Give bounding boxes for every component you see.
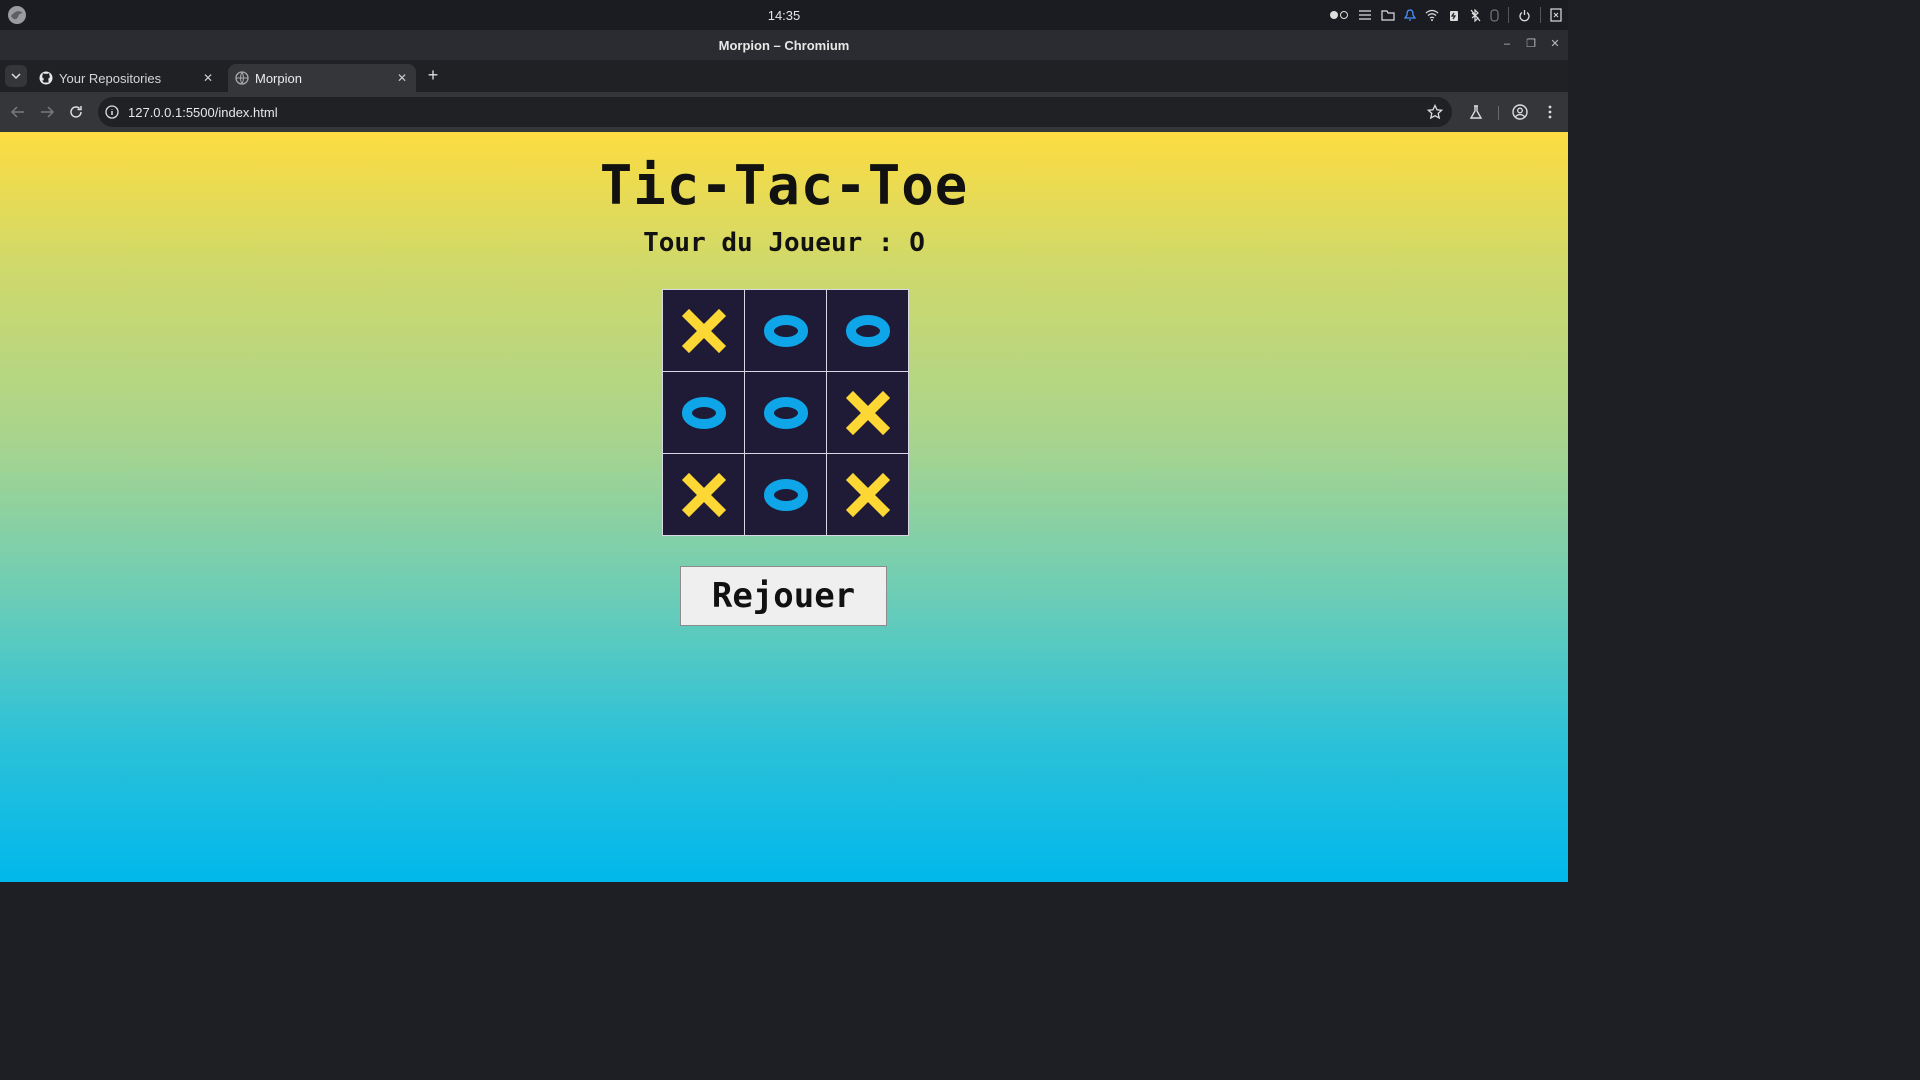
x-mark-icon bbox=[681, 308, 726, 353]
board-cell[interactable] bbox=[827, 372, 908, 453]
tab-your-repositories[interactable]: Your Repositories ✕ bbox=[32, 64, 222, 92]
arrow-right-icon bbox=[41, 106, 54, 118]
notification-bell-icon[interactable] bbox=[1404, 8, 1416, 22]
page-viewport: Tic-Tac-Toe Tour du Joueur : O Rejouer bbox=[0, 132, 1568, 882]
power-icon[interactable] bbox=[1518, 9, 1531, 22]
game-board bbox=[662, 289, 909, 536]
x-mark-icon bbox=[845, 472, 890, 517]
replay-button[interactable]: Rejouer bbox=[680, 566, 887, 626]
game-title: Tic-Tac-Toe bbox=[599, 154, 969, 217]
close-tab-icon[interactable]: ✕ bbox=[200, 70, 216, 86]
board-cell[interactable] bbox=[745, 372, 826, 453]
x-mark-icon bbox=[845, 390, 890, 435]
kebab-menu-icon bbox=[1548, 105, 1552, 119]
globe-icon bbox=[235, 71, 249, 85]
board-cell[interactable] bbox=[827, 290, 908, 371]
o-mark-icon bbox=[681, 396, 726, 429]
board-cell[interactable] bbox=[827, 454, 908, 535]
browser-menu-button[interactable] bbox=[1541, 103, 1559, 121]
github-icon bbox=[39, 71, 53, 85]
o-mark-icon bbox=[845, 314, 890, 347]
bookmark-star-icon[interactable] bbox=[1427, 104, 1443, 120]
x-mark-icon bbox=[681, 472, 726, 517]
new-tab-button[interactable]: + bbox=[424, 66, 442, 84]
toolbar-separator bbox=[1498, 106, 1499, 120]
arrow-left-icon bbox=[11, 106, 24, 118]
window-title-bar[interactable]: Morpion – Chromium – ❐ ✕ bbox=[0, 30, 1568, 60]
tab-search-button[interactable] bbox=[5, 65, 27, 87]
tab-label: Morpion bbox=[255, 71, 302, 86]
close-tab-icon[interactable]: ✕ bbox=[394, 70, 410, 86]
window-title: Morpion – Chromium bbox=[718, 38, 850, 53]
reload-button[interactable] bbox=[66, 102, 86, 122]
minimize-icon[interactable]: – bbox=[1502, 38, 1512, 50]
tab-label: Your Repositories bbox=[59, 71, 162, 86]
battery-charging-icon[interactable] bbox=[1448, 9, 1460, 22]
o-mark-icon bbox=[763, 478, 808, 511]
maximize-icon[interactable]: ❐ bbox=[1526, 38, 1536, 50]
o-mark-icon bbox=[763, 396, 808, 429]
board-cell[interactable] bbox=[663, 290, 744, 371]
url-text[interactable]: 127.0.0.1:5500/index.html bbox=[128, 105, 278, 120]
board-cell[interactable] bbox=[663, 454, 744, 535]
site-info-icon[interactable] bbox=[105, 105, 119, 119]
back-button[interactable] bbox=[8, 102, 28, 122]
labs-button[interactable] bbox=[1467, 103, 1485, 121]
folder-icon[interactable] bbox=[1381, 9, 1395, 21]
window-list-icon[interactable] bbox=[1550, 8, 1562, 22]
bluetooth-off-icon[interactable] bbox=[1469, 8, 1481, 22]
battery-icon[interactable] bbox=[1490, 8, 1499, 22]
workspace-indicator-icon[interactable] bbox=[1329, 10, 1349, 20]
close-window-icon[interactable]: ✕ bbox=[1550, 38, 1560, 50]
os-top-bar: 14:35 bbox=[0, 0, 1568, 30]
address-bar[interactable]: 127.0.0.1:5500/index.html bbox=[98, 97, 1452, 127]
profile-icon bbox=[1512, 104, 1528, 120]
board-cell[interactable] bbox=[745, 290, 826, 371]
reload-icon bbox=[70, 106, 82, 118]
profile-button[interactable] bbox=[1511, 103, 1529, 121]
tray-separator bbox=[1540, 7, 1541, 23]
system-tray bbox=[1329, 6, 1562, 24]
wifi-icon[interactable] bbox=[1425, 9, 1439, 21]
turn-indicator: Tour du Joueur : O bbox=[643, 228, 925, 258]
board-cell[interactable] bbox=[745, 454, 826, 535]
forward-button[interactable] bbox=[37, 102, 57, 122]
tab-morpion[interactable]: Morpion ✕ bbox=[228, 64, 416, 92]
browser-toolbar: 127.0.0.1:5500/index.html bbox=[0, 92, 1568, 132]
menu-lines-icon[interactable] bbox=[1358, 9, 1372, 21]
tab-strip: Your Repositories ✕ Morpion ✕ bbox=[0, 60, 1568, 92]
flask-icon bbox=[1469, 104, 1483, 119]
board-cell[interactable] bbox=[663, 372, 744, 453]
chevron-down-icon bbox=[11, 73, 21, 79]
o-mark-icon bbox=[763, 314, 808, 347]
tray-separator bbox=[1508, 7, 1509, 23]
window-controls: – ❐ ✕ bbox=[1502, 38, 1560, 50]
